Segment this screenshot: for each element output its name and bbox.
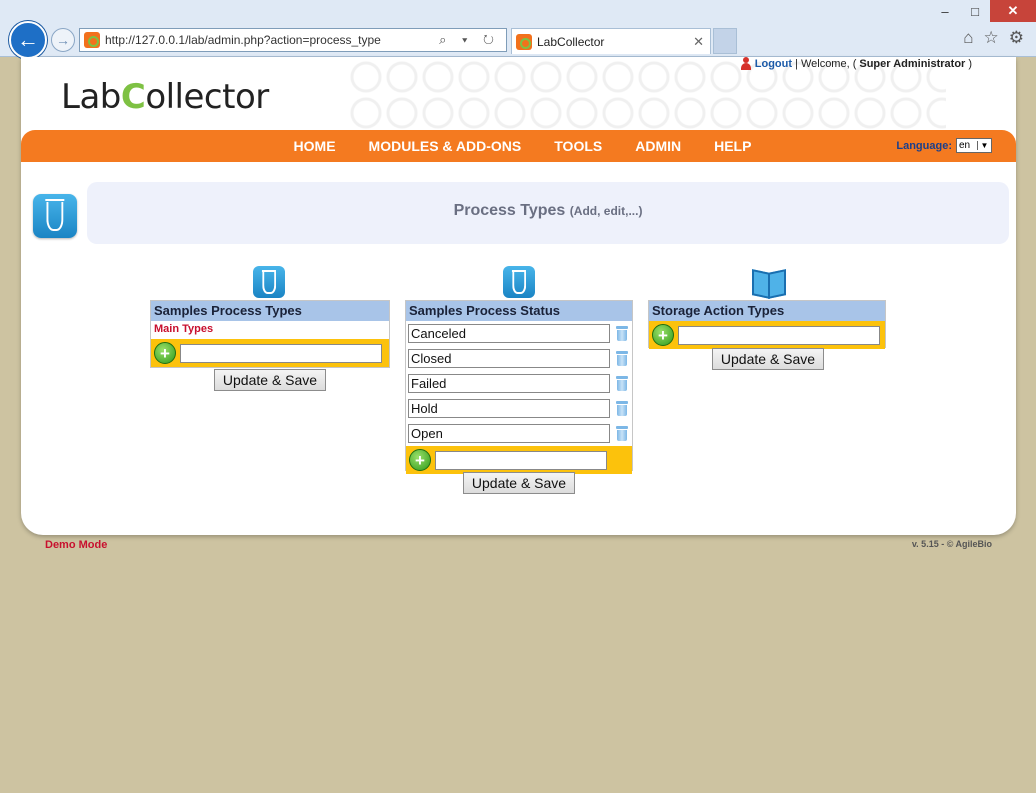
labcollector-logo[interactable]: LabCollector [61,77,269,117]
trash-icon[interactable] [616,326,628,341]
status-row: Failed [406,371,632,396]
demo-mode-label: Demo Mode [45,539,108,551]
settings-icon[interactable]: ⚙ [1009,28,1024,48]
status-row: Closed [406,346,632,371]
address-bar[interactable]: http://127.0.0.1/lab/admin.php?action=pr… [79,28,507,52]
panel-header: Storage Action Types [649,301,885,321]
page-title: Process Types (Add, edit,...) [87,202,1009,220]
tab-favicon-icon [516,33,532,50]
storage-action-types-panel: Storage Action Types + [648,300,886,349]
add-icon[interactable]: + [652,324,674,346]
back-button[interactable]: ← [9,21,47,59]
favorites-icon[interactable]: ☆ [984,28,999,48]
page-title-sub: (Add, edit,...) [569,204,643,218]
trash-icon[interactable] [616,351,628,366]
nav-home[interactable]: HOME [294,130,336,162]
close-window-button[interactable]: ✕ [990,0,1036,22]
logout-link[interactable]: Logout [755,58,792,70]
update-save-button[interactable]: Update & Save [463,472,575,494]
panel-header: Samples Process Status [406,301,632,321]
language-select[interactable]: en ▼ [956,138,992,153]
nav-modules[interactable]: MODULES & ADD-ONS [369,130,522,162]
page-title-main: Process Types [453,202,566,219]
url-text[interactable]: http://127.0.0.1/lab/admin.php?action=pr… [105,33,439,47]
browser-tab[interactable]: LabCollector ✕ [511,28,711,54]
add-row: + [151,339,389,367]
maximize-button[interactable]: □ [960,0,990,22]
status-input-closed[interactable]: Closed [408,349,610,368]
status-input-open[interactable]: Open [408,424,610,443]
main-nav: HOME MODULES & ADD-ONS TOOLS ADMIN HELP … [21,130,1016,162]
minimize-button[interactable]: – [930,0,960,22]
process-status-tube-icon [503,266,535,298]
samples-process-status-panel: Samples Process Status Canceled Closed F… [405,300,633,474]
main-types-label: Main Types [154,323,214,335]
new-storage-action-input[interactable] [678,325,880,345]
user-bar: Logout | Welcome, ( Super Administrator … [740,57,972,71]
trash-icon[interactable] [616,426,628,441]
toolbar-icons: ⌂ ☆ ⚙ [963,28,1024,48]
language-selector: Language: en ▼ [896,138,992,153]
user-icon [740,57,752,71]
add-icon[interactable]: + [154,342,176,364]
tab-title: LabCollector [537,34,605,49]
status-row: Canceled [406,321,632,346]
update-save-button[interactable]: Update & Save [712,348,824,370]
samples-process-types-panel: Samples Process Types Main Types + [150,300,390,368]
logo-text-lab: Lab [61,77,121,117]
logo-letter-c: C [120,77,146,117]
user-name: Super Administrator [859,58,966,70]
language-value: en [959,140,971,151]
add-row: + [649,321,885,349]
welcome-close-paren: ) [968,58,972,70]
title-box: Process Types (Add, edit,...) [87,182,1009,244]
new-tab-button[interactable] [713,28,737,54]
welcome-text: | Welcome, ( [795,58,857,70]
nav-items: HOME MODULES & ADD-ONS TOOLS ADMIN HELP [21,130,1016,162]
trash-icon[interactable] [616,376,628,391]
nav-help[interactable]: HELP [714,130,751,162]
process-types-tube-icon [253,266,285,298]
page-container: LabCollector Logout | Welcome, ( Super A… [21,57,1016,535]
status-row: Open [406,421,632,446]
new-status-input[interactable] [435,450,607,470]
status-input-canceled[interactable]: Canceled [408,324,610,343]
update-save-button[interactable]: Update & Save [214,369,326,391]
home-icon[interactable]: ⌂ [963,28,973,48]
new-process-type-input[interactable] [180,343,382,363]
book-icon [750,266,786,298]
language-label: Language: [896,139,952,152]
address-bar-icons[interactable]: ⌕ ▾ ↻ [439,32,506,48]
window-controls: – □ ✕ [930,0,1036,22]
status-row: Hold [406,396,632,421]
add-icon[interactable]: + [409,449,431,471]
tab-close-icon[interactable]: ✕ [693,34,710,50]
process-tube-icon [33,194,77,238]
logo-text-ollector: ollector [145,77,269,117]
version-label: v. 5.15 - © AgileBio [911,539,992,549]
trash-icon[interactable] [616,401,628,416]
browser-chrome: – □ ✕ ← → http://127.0.0.1/lab/admin.php… [0,0,1036,59]
panel-header: Samples Process Types [151,301,389,321]
add-row: + [406,446,632,474]
favicon-icon [84,32,100,48]
nav-tools[interactable]: TOOLS [554,130,602,162]
nav-admin[interactable]: ADMIN [635,130,681,162]
status-input-failed[interactable]: Failed [408,374,610,393]
forward-button[interactable]: → [51,28,75,52]
status-input-hold[interactable]: Hold [408,399,610,418]
chevron-down-icon: ▼ [977,141,991,150]
